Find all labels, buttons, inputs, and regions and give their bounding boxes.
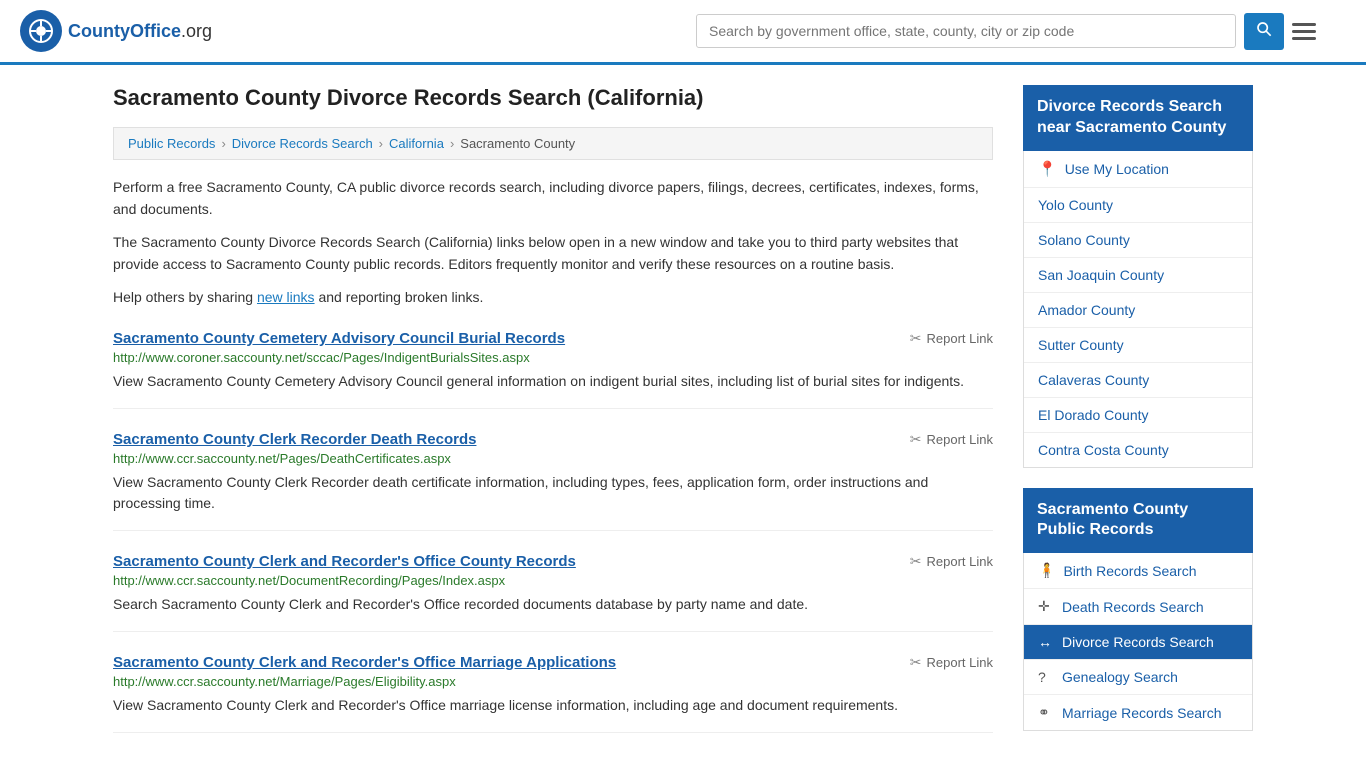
nearby-county-1[interactable]: Solano County	[1024, 223, 1252, 258]
nearby-county-3[interactable]: Amador County	[1024, 293, 1252, 328]
search-input[interactable]	[696, 14, 1236, 48]
report-label: Report Link	[927, 655, 993, 670]
logo-icon	[20, 10, 62, 52]
nearby-county-7[interactable]: Contra Costa County	[1024, 433, 1252, 467]
record-item: Sacramento County Cemetery Advisory Coun…	[113, 330, 993, 409]
report-label: Report Link	[927, 432, 993, 447]
sidebar: Divorce Records Search near Sacramento C…	[1023, 85, 1253, 751]
public-records-list: 🧍 Birth Records Search ✛ Death Records S…	[1023, 553, 1253, 731]
public-records-item-3[interactable]: ? Genealogy Search	[1024, 660, 1252, 695]
public-records-item-0[interactable]: 🧍 Birth Records Search	[1024, 553, 1252, 589]
record-url-0: http://www.coroner.saccounty.net/sccac/P…	[113, 350, 993, 365]
report-label: Report Link	[927, 331, 993, 346]
record-item: Sacramento County Clerk and Recorder's O…	[113, 553, 993, 632]
record-item: Sacramento County Clerk and Recorder's O…	[113, 654, 993, 733]
nearby-county-link-5[interactable]: Calaveras County	[1038, 372, 1149, 388]
public-records-icon-4: ⚭	[1038, 704, 1054, 721]
public-records-icon-2: ↔	[1038, 634, 1054, 650]
nearby-title: Divorce Records Search near Sacramento C…	[1023, 85, 1253, 151]
record-header: Sacramento County Clerk and Recorder's O…	[113, 553, 993, 570]
public-records-icon-0: 🧍	[1038, 562, 1055, 579]
nearby-county-link-7[interactable]: Contra Costa County	[1038, 442, 1169, 458]
report-link-0[interactable]: ✂ Report Link	[910, 330, 993, 347]
nearby-county-link-1[interactable]: Solano County	[1038, 232, 1130, 248]
breadcrumb-california[interactable]: California	[389, 136, 444, 151]
report-icon: ✂	[910, 330, 922, 347]
record-title-1[interactable]: Sacramento County Clerk Recorder Death R…	[113, 431, 476, 448]
public-records-items: 🧍 Birth Records Search ✛ Death Records S…	[1024, 553, 1252, 730]
breadcrumb-current: Sacramento County	[460, 136, 575, 151]
logo-area: CountyOffice.org	[20, 10, 212, 52]
page-title: Sacramento County Divorce Records Search…	[113, 85, 993, 111]
report-link-3[interactable]: ✂ Report Link	[910, 654, 993, 671]
record-header: Sacramento County Clerk and Recorder's O…	[113, 654, 993, 671]
nearby-county-5[interactable]: Calaveras County	[1024, 363, 1252, 398]
record-url-3: http://www.ccr.saccounty.net/Marriage/Pa…	[113, 674, 993, 689]
records-container: Sacramento County Cemetery Advisory Coun…	[113, 330, 993, 733]
record-desc-0: View Sacramento County Cemetery Advisory…	[113, 371, 993, 392]
use-location-link[interactable]: Use My Location	[1065, 161, 1169, 177]
public-records-icon-3: ?	[1038, 669, 1054, 685]
nearby-list: 📍 Use My Location Yolo County Solano Coun…	[1023, 151, 1253, 468]
logo-text: CountyOffice.org	[68, 21, 212, 42]
new-links-link[interactable]: new links	[257, 289, 315, 305]
description-3: Help others by sharing new links and rep…	[113, 286, 993, 308]
breadcrumb-divorce-records[interactable]: Divorce Records Search	[232, 136, 373, 151]
record-url-1: http://www.ccr.saccounty.net/Pages/Death…	[113, 451, 993, 466]
header: CountyOffice.org	[0, 0, 1366, 65]
description-1: Perform a free Sacramento County, CA pub…	[113, 176, 993, 221]
public-records-link-2[interactable]: Divorce Records Search	[1062, 634, 1214, 650]
report-link-2[interactable]: ✂ Report Link	[910, 553, 993, 570]
public-records-item-1[interactable]: ✛ Death Records Search	[1024, 589, 1252, 625]
record-desc-1: View Sacramento County Clerk Recorder de…	[113, 472, 993, 514]
search-bar-area	[696, 13, 1316, 50]
record-desc-2: Search Sacramento County Clerk and Recor…	[113, 594, 993, 615]
public-records-link-4[interactable]: Marriage Records Search	[1062, 705, 1222, 721]
public-records-link-0[interactable]: Birth Records Search	[1063, 563, 1196, 579]
record-header: Sacramento County Clerk Recorder Death R…	[113, 431, 993, 448]
description-2: The Sacramento County Divorce Records Se…	[113, 231, 993, 276]
breadcrumb: Public Records › Divorce Records Search …	[113, 127, 993, 160]
report-label: Report Link	[927, 554, 993, 569]
nearby-county-6[interactable]: El Dorado County	[1024, 398, 1252, 433]
content-area: Sacramento County Divorce Records Search…	[113, 85, 993, 751]
nearby-county-link-6[interactable]: El Dorado County	[1038, 407, 1149, 423]
main-container: Sacramento County Divorce Records Search…	[83, 65, 1283, 771]
record-item: Sacramento County Clerk Recorder Death R…	[113, 431, 993, 531]
record-header: Sacramento County Cemetery Advisory Coun…	[113, 330, 993, 347]
record-title-2[interactable]: Sacramento County Clerk and Recorder's O…	[113, 553, 576, 570]
nearby-county-link-4[interactable]: Sutter County	[1038, 337, 1124, 353]
search-button[interactable]	[1244, 13, 1284, 50]
nearby-county-4[interactable]: Sutter County	[1024, 328, 1252, 363]
record-title-0[interactable]: Sacramento County Cemetery Advisory Coun…	[113, 330, 565, 347]
nearby-county-2[interactable]: San Joaquin County	[1024, 258, 1252, 293]
use-location[interactable]: 📍 Use My Location	[1024, 151, 1252, 188]
nearby-county-link-0[interactable]: Yolo County	[1038, 197, 1113, 213]
public-records-title: Sacramento County Public Records	[1023, 488, 1253, 554]
report-link-1[interactable]: ✂ Report Link	[910, 431, 993, 448]
record-title-3[interactable]: Sacramento County Clerk and Recorder's O…	[113, 654, 616, 671]
nearby-county-link-3[interactable]: Amador County	[1038, 302, 1135, 318]
public-records-icon-1: ✛	[1038, 598, 1054, 615]
report-icon: ✂	[910, 654, 922, 671]
menu-button[interactable]	[1292, 23, 1316, 40]
nearby-counties: Yolo County Solano County San Joaquin Coun…	[1024, 188, 1252, 467]
nearby-county-link-2[interactable]: San Joaquin County	[1038, 267, 1164, 283]
pin-icon: 📍	[1038, 160, 1057, 178]
report-icon: ✂	[910, 431, 922, 448]
nearby-county-0[interactable]: Yolo County	[1024, 188, 1252, 223]
record-desc-3: View Sacramento County Clerk and Recorde…	[113, 695, 993, 716]
public-records-item-2[interactable]: ↔ Divorce Records Search	[1024, 625, 1252, 660]
public-records-item-4[interactable]: ⚭ Marriage Records Search	[1024, 695, 1252, 730]
public-records-link-3[interactable]: Genealogy Search	[1062, 669, 1178, 685]
record-url-2: http://www.ccr.saccounty.net/DocumentRec…	[113, 573, 993, 588]
report-icon: ✂	[910, 553, 922, 570]
public-records-link-1[interactable]: Death Records Search	[1062, 599, 1204, 615]
breadcrumb-public-records[interactable]: Public Records	[128, 136, 215, 151]
